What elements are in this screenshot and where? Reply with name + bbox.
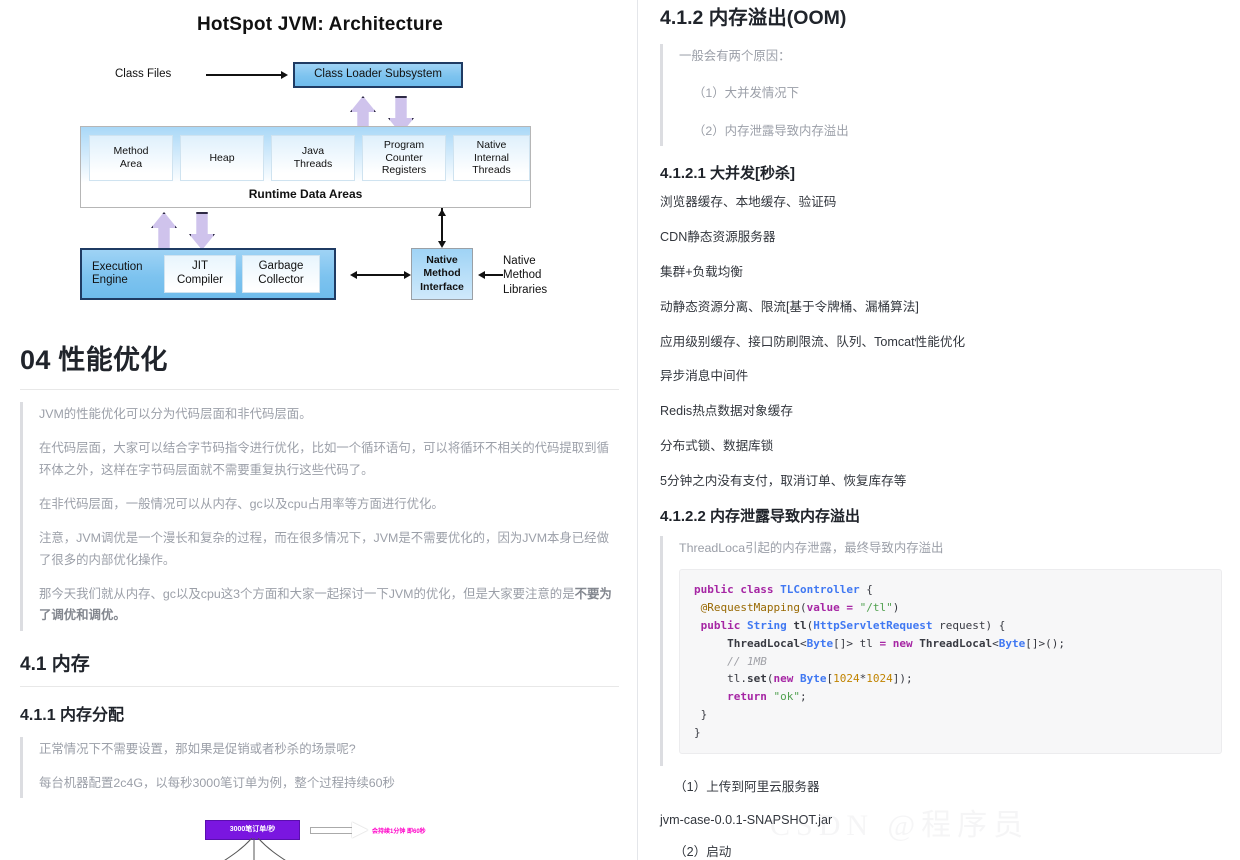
order-flow-diagram: 3000笔订单/秒 会持续1分钟 即60秒 订单服务 1000单/秒 订单服务 … (20, 802, 620, 860)
concurrency-item: 集群+负载均衡 (660, 264, 743, 279)
engine-cell: JIT Compiler (164, 255, 236, 293)
class-files-label: Class Files (115, 68, 172, 80)
heading-4-1-2: 4.1.2 内存溢出(OOM) (660, 7, 847, 29)
runtime-data-areas-label: Runtime Data Areas (248, 187, 363, 201)
intro-paragraph: 在非代码层面，一般情况可以从内存、gc以及cpu占用率等方面进行优化。 (39, 496, 444, 511)
flow-root-note: 会持续1分钟 即60秒 (372, 829, 426, 836)
oom-blockquote: 一般会有两个原因： （1）大并发情况下 （2）内存泄露导致内存溢出 (660, 44, 1228, 146)
concurrency-item: 浏览器缓存、本地缓存、验证码 (660, 194, 837, 209)
intro-last-prefix: 那今天我们就从内存、gc以及cpu这3个方面和大家一起探讨一下JVM的优化，但是… (39, 586, 575, 601)
right-column: 4.1.2 内存溢出(OOM) 一般会有两个原因： （1）大并发情况下 （2）内… (638, 0, 1240, 860)
concurrency-item: 应用级别缓存、接口防刷限流、队列、Tomcat性能优化 (660, 334, 966, 349)
step-2-label: （2）启动 (674, 845, 732, 860)
concurrency-item: 异步消息中间件 (660, 369, 749, 384)
diagram-title: HotSpot JVM: Architecture (196, 14, 444, 35)
runtime-data-areas-box: Method Area Heap Java Threads Program Co… (80, 126, 531, 208)
runtime-cell: Heap (180, 135, 264, 181)
engine-cell: Garbage Collector (242, 255, 320, 293)
class-files-arrow-line (206, 74, 282, 76)
engine-nmi-right-arrowhead (404, 270, 411, 279)
step-1-value: jvm-case-0.0.1-SNAPSHOT.jar (660, 812, 833, 827)
title-divider (20, 389, 619, 390)
libraries-line (484, 274, 503, 276)
intro-paragraph: JVM的性能优化可以分为代码层面和非代码层面。 (39, 407, 312, 421)
concurrency-item: 5分钟之内没有支付，取消订单、恢复库存等 (660, 474, 907, 489)
class-files-arrowhead (281, 70, 288, 79)
intro-paragraph: 注意，JVM调优是一个漫长和复杂的过程，而在很多情况下，JVM是不需要优化的，因… (39, 531, 609, 567)
engine-up-arrow-icon (151, 212, 177, 250)
runtime-nmi-arrowhead (437, 241, 446, 248)
concurrency-item: 分布式锁、数据库锁 (660, 439, 774, 454)
step-1-label: （1）上传到阿里云服务器 (674, 779, 820, 794)
heading-4-1-1: 4.1.1 内存分配 (20, 706, 125, 724)
flow-root-box: 3000笔订单/秒 (205, 820, 300, 841)
concurrency-item: Redis热点数据对象缓存 (660, 404, 793, 419)
class-loader-subsystem-box: Class Loader Subsystem (293, 62, 463, 88)
allocation-paragraph: 正常情况下不需要设置，那如果是促销或者秒杀的场景呢? (39, 741, 356, 756)
concurrency-item: CDN静态资源服务器 (660, 229, 776, 244)
flow-connectors (224, 838, 286, 860)
execution-engine-label: Execution Engine (92, 260, 143, 286)
heading-4-1-2-1: 4.1.2.1 大并发[秒杀] (660, 164, 796, 182)
heading-4-1-2-2: 4.1.2.2 内存泄露导致内存溢出 (660, 508, 861, 525)
java-code-block[interactable]: public class TLController { @RequestMapp… (679, 569, 1222, 754)
oom-reason: （1）大并发情况下 (693, 86, 800, 101)
intro-blockquote: JVM的性能优化可以分为代码层面和非代码层面。 在代码层面，大家可以结合字节码指… (20, 402, 619, 631)
left-column: HotSpot JVM: Architecture Class Files Cl… (0, 0, 637, 860)
document-page: HotSpot JVM: Architecture Class Files Cl… (0, 0, 1240, 860)
runtime-cell: Native Internal Threads (453, 135, 530, 181)
intro-paragraph: 在代码层面，大家可以结合字节码指令进行优化，比如一个循环语句，可以将循环不相关的… (39, 441, 609, 477)
execution-engine-box: Execution Engine JIT Compiler Garbage Co… (80, 248, 336, 300)
allocation-paragraph: 每台机器配置2c4G，以每秒3000笔订单为例，整个过程持续60秒 (39, 775, 395, 790)
flow-hollow-arrow-shaft (310, 827, 355, 835)
leak-blockquote: ThreadLoca引起的内存泄露，最终导致内存溢出 public class … (660, 536, 1228, 766)
runtime-cell: Method Area (89, 135, 173, 181)
oom-reason: （2）内存泄露导致内存溢出 (693, 123, 849, 138)
oom-intro: 一般会有两个原因： (679, 49, 791, 63)
runtime-cell: Java Threads (271, 135, 355, 181)
page-title: 04 性能优化 (20, 345, 168, 375)
intro-paragraph-last: 那今天我们就从内存、gc以及cpu这3个方面和大家一起探讨一下JVM的优化，但是… (39, 584, 619, 627)
heading-4-1-divider (20, 685, 619, 687)
native-method-libraries-label: Native Method Libraries (503, 255, 548, 296)
heading-4-1: 4.1 内存 (20, 653, 90, 675)
concurrency-item: 动静态资源分离、限流[基于令牌桶、漏桶算法] (660, 299, 919, 314)
leak-description: ThreadLoca引起的内存泄露，最终导致内存溢出 (679, 541, 944, 555)
flow-hollow-arrow-head (352, 822, 368, 839)
engine-nmi-line (356, 274, 406, 276)
runtime-nmi-arrowhead-up (437, 209, 446, 216)
runtime-cell: Program Counter Registers (362, 135, 446, 181)
engine-down-arrow-icon (189, 212, 215, 250)
allocation-blockquote: 正常情况下不需要设置，那如果是促销或者秒杀的场景呢? 每台机器配置2c4G，以每… (20, 736, 619, 799)
native-method-interface-box: Native Method Interface (411, 248, 473, 300)
class-loader-subsystem-label: Class Loader Subsystem (314, 68, 442, 81)
jvm-architecture-diagram: HotSpot JVM: Architecture Class Files Cl… (20, 0, 620, 320)
